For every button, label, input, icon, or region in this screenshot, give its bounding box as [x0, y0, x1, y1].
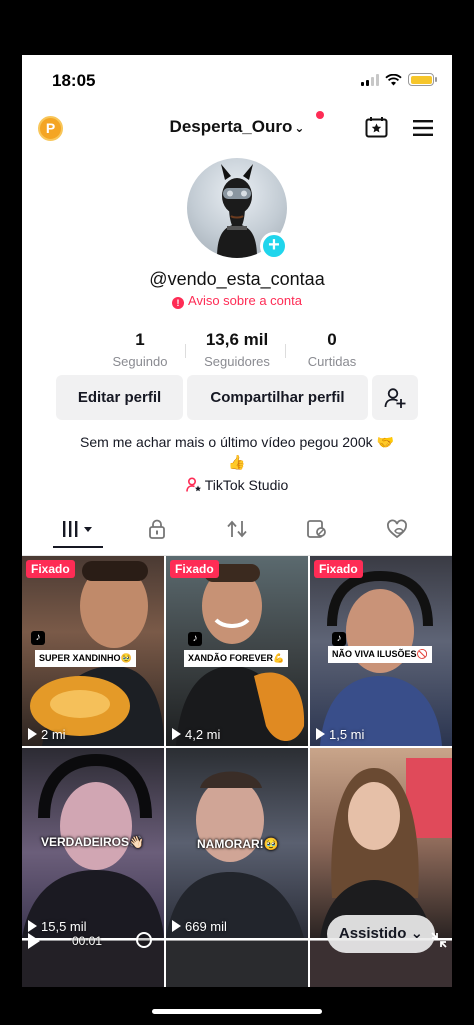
notification-dot	[316, 111, 324, 119]
video-caption: SUPER XANDINHO🥹	[35, 650, 136, 667]
account-name: Desperta_Ouro	[169, 117, 293, 136]
add-friend-button[interactable]	[372, 375, 418, 420]
play-icon	[316, 728, 325, 740]
liked-hidden-icon	[387, 519, 407, 539]
status-icons	[361, 73, 437, 86]
player-time: 00:01	[72, 934, 103, 948]
likes-label: Curtidas	[307, 354, 357, 369]
view-count: 4,2 mi	[172, 727, 220, 742]
video-caption: VERDADEIROS👋🏻	[41, 835, 144, 849]
following-count: 1	[135, 330, 145, 349]
videos-grid-icon	[63, 521, 92, 537]
warning-icon: !	[172, 297, 185, 309]
wifi-icon	[385, 73, 402, 85]
status-bar: 18:05	[22, 55, 452, 105]
video-thumbnail[interactable]: Fixado ♪ NÃO VIVA ILUSÕES🚫 1,5 mi	[310, 556, 452, 746]
edit-profile-button[interactable]: Editar perfil	[56, 375, 183, 420]
tiktok-studio-link[interactable]: TikTok Studio	[22, 477, 452, 493]
followers-label: Seguidores	[204, 354, 270, 369]
video-thumbnail[interactable]	[310, 748, 452, 938]
tab-liked[interactable]	[372, 516, 422, 542]
tiktok-logo-icon: ♪	[332, 632, 346, 646]
view-count-text: 1,5 mi	[329, 727, 365, 742]
active-tab-indicator	[53, 546, 103, 548]
profile-stats: 1 Seguindo 13,6 mil Seguidores 0 Curtida…	[22, 330, 452, 370]
stat-likes[interactable]: 0 Curtidas	[282, 330, 382, 369]
add-story-button[interactable]: +	[260, 232, 288, 260]
video-thumbnail[interactable]: NAMORAR!🥹 669 mil	[166, 748, 308, 938]
signal-icon	[361, 73, 379, 86]
status-time: 18:05	[52, 71, 96, 90]
video-thumbnail[interactable]: Fixado ♪ XANDÃO FOREVER💪 4,2 mi	[166, 556, 308, 746]
calendar-star-icon[interactable]	[365, 116, 388, 138]
menu-icon[interactable]	[413, 120, 433, 136]
stat-following[interactable]: 1 Seguindo	[90, 330, 190, 369]
tab-videos[interactable]	[53, 516, 103, 542]
battery-icon	[408, 73, 437, 86]
video-thumbnail[interactable]: VERDADEIROS👋🏻 15,5 mil	[22, 748, 164, 938]
studio-icon	[185, 477, 201, 492]
lock-icon	[149, 519, 165, 539]
view-count: 2 mi	[28, 727, 66, 742]
tagged-icon	[307, 520, 326, 538]
add-user-icon	[384, 388, 406, 408]
tab-private[interactable]	[132, 516, 182, 542]
view-count-text: 4,2 mi	[185, 727, 221, 742]
player-scrubber[interactable]	[136, 932, 152, 948]
stat-divider	[185, 344, 186, 358]
profile-screen: 18:05 P Desperta_Ouro ⌄ + @vendo_esta_co…	[22, 55, 452, 987]
tiktok-studio-label: TikTok Studio	[204, 477, 289, 493]
collapse-icon[interactable]	[431, 932, 447, 948]
pinned-badge: Fixado	[170, 560, 219, 578]
video-caption: XANDÃO FOREVER💪	[184, 650, 289, 667]
pinned-badge: Fixado	[26, 560, 75, 578]
home-indicator	[152, 1009, 322, 1014]
profile-handle: @vendo_esta_contaa	[149, 269, 325, 289]
video-thumbnail[interactable]: Fixado ♪ SUPER XANDINHO🥹 2 mi	[22, 556, 164, 746]
play-icon[interactable]	[28, 933, 40, 949]
bio-line: Sem me achar mais o último vídeo pegou 2…	[80, 434, 394, 450]
video-caption: NÃO VIVA ILUSÕES🚫	[328, 646, 432, 663]
profile-bio: Sem me achar mais o último vídeo pegou 2…	[52, 432, 422, 472]
watched-dropdown-button[interactable]: Assistido ⌄	[327, 915, 435, 953]
bio-line: 👍	[228, 454, 246, 470]
tab-tagged[interactable]	[292, 516, 342, 542]
play-icon	[172, 728, 181, 740]
tiktok-logo-icon: ♪	[31, 631, 45, 645]
likes-count: 0	[327, 330, 337, 349]
view-count-text: 2 mi	[41, 727, 66, 742]
share-profile-button[interactable]: Compartilhar perfil	[187, 375, 368, 420]
play-icon	[28, 728, 37, 740]
thumbnail-image	[320, 758, 452, 938]
chevron-down-icon: ⌄	[294, 121, 305, 135]
tiktok-logo-icon: ♪	[188, 632, 202, 646]
account-warning-link[interactable]: ! Aviso sobre a conta	[22, 293, 452, 309]
profile-top-bar: P Desperta_Ouro ⌄	[22, 111, 452, 147]
repost-icon	[227, 520, 247, 538]
account-warning-text: Aviso sobre a conta	[188, 293, 302, 308]
view-count: 1,5 mi	[316, 727, 364, 742]
followers-count: 13,6 mil	[205, 330, 269, 349]
tab-reposts[interactable]	[212, 516, 262, 542]
pinned-badge: Fixado	[314, 560, 363, 578]
stat-followers[interactable]: 13,6 mil Seguidores	[187, 330, 287, 369]
following-label: Seguindo	[112, 354, 168, 369]
profile-tabs	[22, 510, 452, 550]
video-caption: NAMORAR!🥹	[197, 837, 279, 851]
